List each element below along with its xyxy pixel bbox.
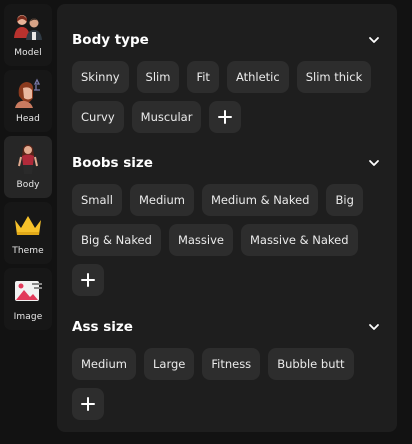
section-header[interactable]: Boobs size bbox=[72, 151, 382, 175]
option-chip[interactable]: Fit bbox=[187, 61, 219, 93]
chevron-down-icon[interactable] bbox=[367, 33, 381, 47]
option-chip[interactable]: Bubble butt bbox=[268, 348, 354, 380]
head-profile-icon bbox=[11, 76, 45, 110]
crown-icon bbox=[11, 208, 45, 242]
body-figure-icon bbox=[11, 142, 45, 176]
option-chip[interactable]: Muscular bbox=[131, 101, 202, 133]
section-boobs-size: Boobs size Small Medium Medium & Naked B… bbox=[72, 151, 382, 296]
option-chip[interactable]: Massive bbox=[168, 224, 233, 256]
sidebar-item-image[interactable]: Image bbox=[4, 268, 52, 330]
sidebar-item-label: Image bbox=[13, 312, 43, 322]
chevron-down-icon[interactable] bbox=[367, 156, 381, 170]
option-chip[interactable]: Big & Naked bbox=[72, 224, 161, 256]
chevron-down-icon[interactable] bbox=[367, 320, 381, 334]
section-header[interactable]: Body type bbox=[72, 28, 382, 52]
section-header[interactable]: Ass size bbox=[72, 315, 382, 339]
sidebar-item-head[interactable]: Head bbox=[4, 70, 52, 132]
option-chips: Medium Large Fitness Bubble butt bbox=[72, 348, 382, 420]
section-title: Body type bbox=[72, 32, 149, 48]
plus-icon bbox=[81, 273, 95, 287]
option-chip[interactable]: Skinny bbox=[72, 61, 129, 93]
option-chip[interactable]: Slim thick bbox=[296, 61, 372, 93]
section-title: Ass size bbox=[72, 319, 133, 335]
section-body-type: Body type Skinny Slim Fit Athletic Slim … bbox=[72, 28, 382, 133]
option-chips: Skinny Slim Fit Athletic Slim thick Curv… bbox=[72, 61, 382, 133]
add-option-button[interactable] bbox=[72, 264, 104, 296]
model-avatars-icon bbox=[11, 10, 45, 44]
add-option-button[interactable] bbox=[209, 101, 242, 133]
option-chip[interactable]: Small bbox=[72, 184, 122, 216]
option-chip[interactable]: Slim bbox=[136, 61, 180, 93]
plus-icon bbox=[81, 397, 95, 411]
sidebar-item-theme[interactable]: Theme bbox=[4, 202, 52, 264]
option-chips: Small Medium Medium & Naked Big Big & Na… bbox=[72, 184, 382, 296]
option-chip[interactable]: Athletic bbox=[226, 61, 289, 93]
options-panel: Body type Skinny Slim Fit Athletic Slim … bbox=[57, 4, 397, 432]
section-ass-size: Ass size Medium Large Fitness Bubble but… bbox=[72, 315, 382, 420]
section-title: Boobs size bbox=[72, 155, 153, 171]
option-chip[interactable]: Fitness bbox=[202, 348, 261, 380]
sidebar-item-model[interactable]: Model bbox=[4, 4, 52, 66]
sidebar-item-body[interactable]: Body bbox=[4, 136, 52, 198]
plus-icon bbox=[218, 110, 233, 124]
option-chip[interactable]: Medium & Naked bbox=[201, 184, 319, 216]
option-chip[interactable]: Medium bbox=[129, 184, 194, 216]
option-chip[interactable]: Big bbox=[326, 184, 363, 216]
image-icon bbox=[11, 274, 45, 308]
option-chip[interactable]: Curvy bbox=[72, 101, 124, 133]
option-chip[interactable]: Large bbox=[143, 348, 195, 380]
option-chip[interactable]: Massive & Naked bbox=[240, 224, 358, 256]
option-chip[interactable]: Medium bbox=[72, 348, 136, 380]
sidebar-item-label: Theme bbox=[12, 246, 44, 256]
sidebar-item-label: Model bbox=[14, 48, 42, 58]
sidebar-item-label: Head bbox=[16, 114, 40, 124]
sidebar-item-label: Body bbox=[16, 180, 40, 190]
add-option-button[interactable] bbox=[72, 388, 104, 420]
